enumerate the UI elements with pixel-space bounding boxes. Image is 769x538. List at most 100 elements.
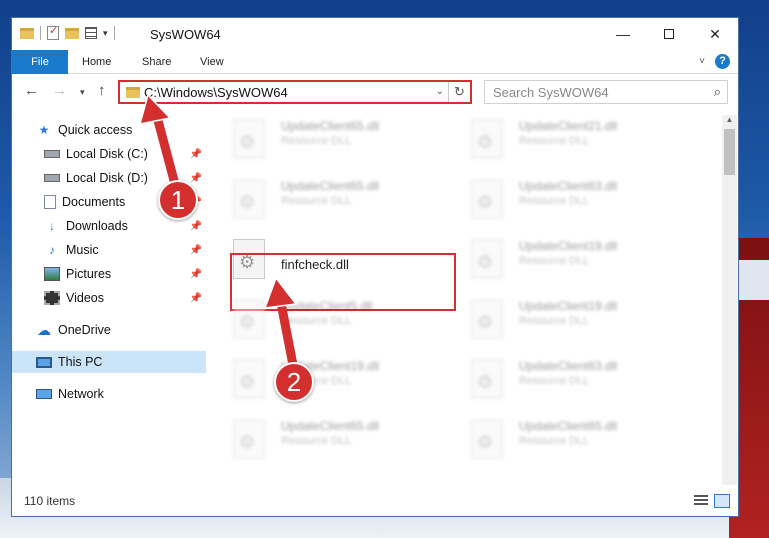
file-tile[interactable]: UpdateClient63.dll Resource DLL [447, 175, 682, 227]
ribbon-tabs: File Home Share View ˅ ? [12, 50, 738, 74]
pin-icon[interactable]: 📌 [190, 221, 202, 232]
file-tile[interactable]: UpdateClient65.dll Resource DLL [209, 115, 444, 167]
file-name: UpdateClient65.dll [281, 179, 380, 193]
pin-icon[interactable]: 📌 [190, 173, 202, 184]
dll-file-icon [471, 359, 503, 399]
sidebar-item-this-pc[interactable]: This PC [12, 351, 206, 373]
address-dropdown-chevron-icon[interactable]: ⌄ [436, 86, 444, 97]
file-name: UpdateClient19.dll [519, 239, 618, 253]
pictures-icon [44, 267, 60, 281]
search-icon[interactable]: ⌕ [714, 84, 721, 100]
expand-ribbon-chevron-icon[interactable]: ˅ [699, 56, 705, 67]
folder-icon [20, 27, 34, 39]
file-tile[interactable]: UpdateClient5.dll Resource DLL [209, 295, 444, 347]
sidebar-item-music[interactable]: ♪ Music 📌 [44, 239, 206, 261]
sidebar-item-label: This PC [58, 355, 103, 369]
file-tile[interactable]: UpdateClient21.dll Resource DLL [447, 115, 682, 167]
sidebar-item-label: Local Disk (C:) [66, 147, 148, 161]
tab-home[interactable]: Home [82, 50, 111, 74]
details-view-icon[interactable] [694, 495, 708, 507]
file-tile[interactable]: UpdateClient63.dll Resource DLL [447, 355, 682, 407]
forward-button[interactable]: → [52, 82, 67, 99]
tab-share[interactable]: Share [142, 50, 171, 74]
dll-file-icon [471, 179, 503, 219]
local-disk-icon [44, 150, 60, 158]
sidebar-item-label: Local Disk (D:) [66, 171, 148, 185]
pin-icon[interactable]: 📌 [190, 149, 202, 160]
sidebar-item-label: Network [58, 387, 104, 401]
title-bar: ▾ SysWOW64 — ✕ [12, 18, 738, 50]
tab-view[interactable]: View [200, 50, 224, 74]
properties-check-icon[interactable] [47, 24, 59, 40]
navigation-pane: ★ Quick access Local Disk (C:) 📌 Local D… [12, 115, 206, 485]
sidebar-item-label: Documents [62, 195, 126, 209]
file-type: Resource DLL [519, 375, 590, 387]
minimize-button[interactable]: — [600, 18, 646, 50]
sidebar-item-pictures[interactable]: Pictures 📌 [44, 263, 206, 285]
pin-icon[interactable]: 📌 [190, 245, 202, 256]
tab-file[interactable]: File [12, 50, 68, 74]
sidebar-item-local-disk-c[interactable]: Local Disk (C:) 📌 [44, 143, 206, 165]
file-type: Resource DLL [281, 435, 352, 447]
sidebar-item-onedrive[interactable]: ☁ OneDrive [36, 319, 206, 341]
file-tile[interactable]: UpdateClient65.dll Resource DLL [209, 415, 444, 467]
sidebar-item-network[interactable]: Network [36, 383, 206, 405]
folder-icon [126, 87, 140, 98]
dll-file-icon [233, 419, 265, 459]
this-pc-icon [36, 356, 52, 368]
sidebar-item-quick-access[interactable]: ★ Quick access [36, 119, 230, 141]
dll-file-icon [233, 359, 265, 399]
dll-file-icon [471, 419, 503, 459]
new-folder-icon[interactable] [65, 27, 79, 39]
vertical-scrollbar[interactable]: ▲ [722, 115, 737, 485]
toolbar-separator [40, 26, 41, 40]
pin-icon[interactable]: 📌 [190, 269, 202, 280]
videos-icon [44, 291, 60, 305]
back-button[interactable]: ← [24, 82, 39, 99]
file-name: UpdateClient5.dll [281, 299, 373, 313]
search-input[interactable]: Search SysWOW64 [493, 85, 609, 100]
dll-file-icon [233, 299, 265, 339]
dll-file-icon [471, 239, 503, 279]
up-button[interactable]: ↑ [98, 82, 106, 99]
sidebar-item-label: Quick access [58, 123, 133, 137]
refresh-button[interactable]: ↻ [448, 82, 470, 102]
dll-file-icon [471, 299, 503, 339]
scroll-up-arrow-icon[interactable]: ▲ [722, 115, 737, 129]
sidebar-item-label: Videos [66, 291, 104, 305]
scroll-thumb[interactable] [724, 129, 735, 175]
address-path[interactable]: C:\Windows\SysWOW64 [144, 85, 288, 100]
search-box[interactable]: Search SysWOW64 ⌕ [484, 80, 728, 104]
file-type: Resource DLL [281, 195, 352, 207]
address-bar[interactable]: C:\Windows\SysWOW64 ⌄ ↻ [118, 80, 472, 104]
documents-icon [44, 195, 56, 209]
file-list: UpdateClient65.dll Resource DLL UpdateCl… [209, 115, 721, 495]
properties-icon[interactable] [85, 27, 97, 39]
large-icons-view-icon[interactable] [714, 494, 730, 508]
file-tile[interactable]: UpdateClient65.dll Resource DLL [209, 175, 444, 227]
dll-file-icon [471, 119, 503, 159]
help-icon[interactable]: ? [715, 54, 730, 69]
toolbar-separator [113, 26, 115, 40]
file-tile[interactable]: UpdateClient19.dll Resource DLL [447, 235, 682, 287]
file-type: Resource DLL [519, 255, 590, 267]
maximize-button[interactable] [646, 18, 692, 50]
recent-locations-chevron-icon[interactable]: ▾ [80, 87, 85, 98]
file-tile[interactable]: UpdateClient19.dll Resource DLL [209, 355, 444, 407]
file-name: UpdateClient19.dll [519, 299, 618, 313]
customize-toolbar-chevron-icon[interactable]: ▾ [103, 28, 108, 39]
pin-icon[interactable]: 📌 [190, 293, 202, 304]
file-type: Resource DLL [519, 315, 590, 327]
quick-access-toolbar: ▾ [20, 24, 115, 40]
file-tile[interactable]: UpdateClient19.dll Resource DLL [447, 295, 682, 347]
network-icon [36, 389, 52, 399]
sidebar-item-label: Downloads [66, 219, 128, 233]
file-name: UpdateClient65.dll [519, 419, 618, 433]
sidebar-item-videos[interactable]: Videos 📌 [44, 287, 206, 309]
file-name: UpdateClient63.dll [519, 359, 618, 373]
file-tile[interactable]: UpdateClient65.dll Resource DLL [447, 415, 682, 467]
sidebar-item-label: Pictures [66, 267, 112, 281]
step-1-badge: 1 [158, 180, 198, 220]
file-type: Resource DLL [281, 135, 352, 147]
close-button[interactable]: ✕ [692, 18, 738, 50]
